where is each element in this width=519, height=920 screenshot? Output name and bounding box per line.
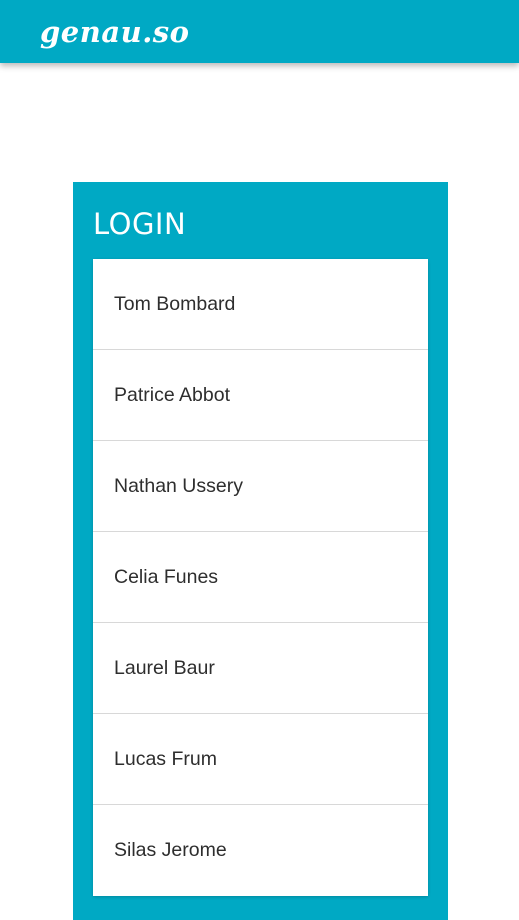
- user-list-item[interactable]: Lucas Frum: [93, 714, 428, 805]
- user-list-item[interactable]: Patrice Abbot: [93, 350, 428, 441]
- top-app-bar: genau.so: [0, 0, 519, 63]
- user-list-item[interactable]: Tom Bombard: [93, 259, 428, 350]
- user-list-item[interactable]: Celia Funes: [93, 532, 428, 623]
- user-list-item[interactable]: Silas Jerome: [93, 805, 428, 896]
- user-list-item[interactable]: Nathan Ussery: [93, 441, 428, 532]
- login-panel: LOGIN Tom Bombard Patrice Abbot Nathan U…: [73, 182, 448, 920]
- user-list-item[interactable]: Laurel Baur: [93, 623, 428, 714]
- user-list: Tom Bombard Patrice Abbot Nathan Ussery …: [93, 259, 428, 896]
- app-logo[interactable]: genau.so: [40, 12, 189, 52]
- login-title: LOGIN: [93, 207, 187, 241]
